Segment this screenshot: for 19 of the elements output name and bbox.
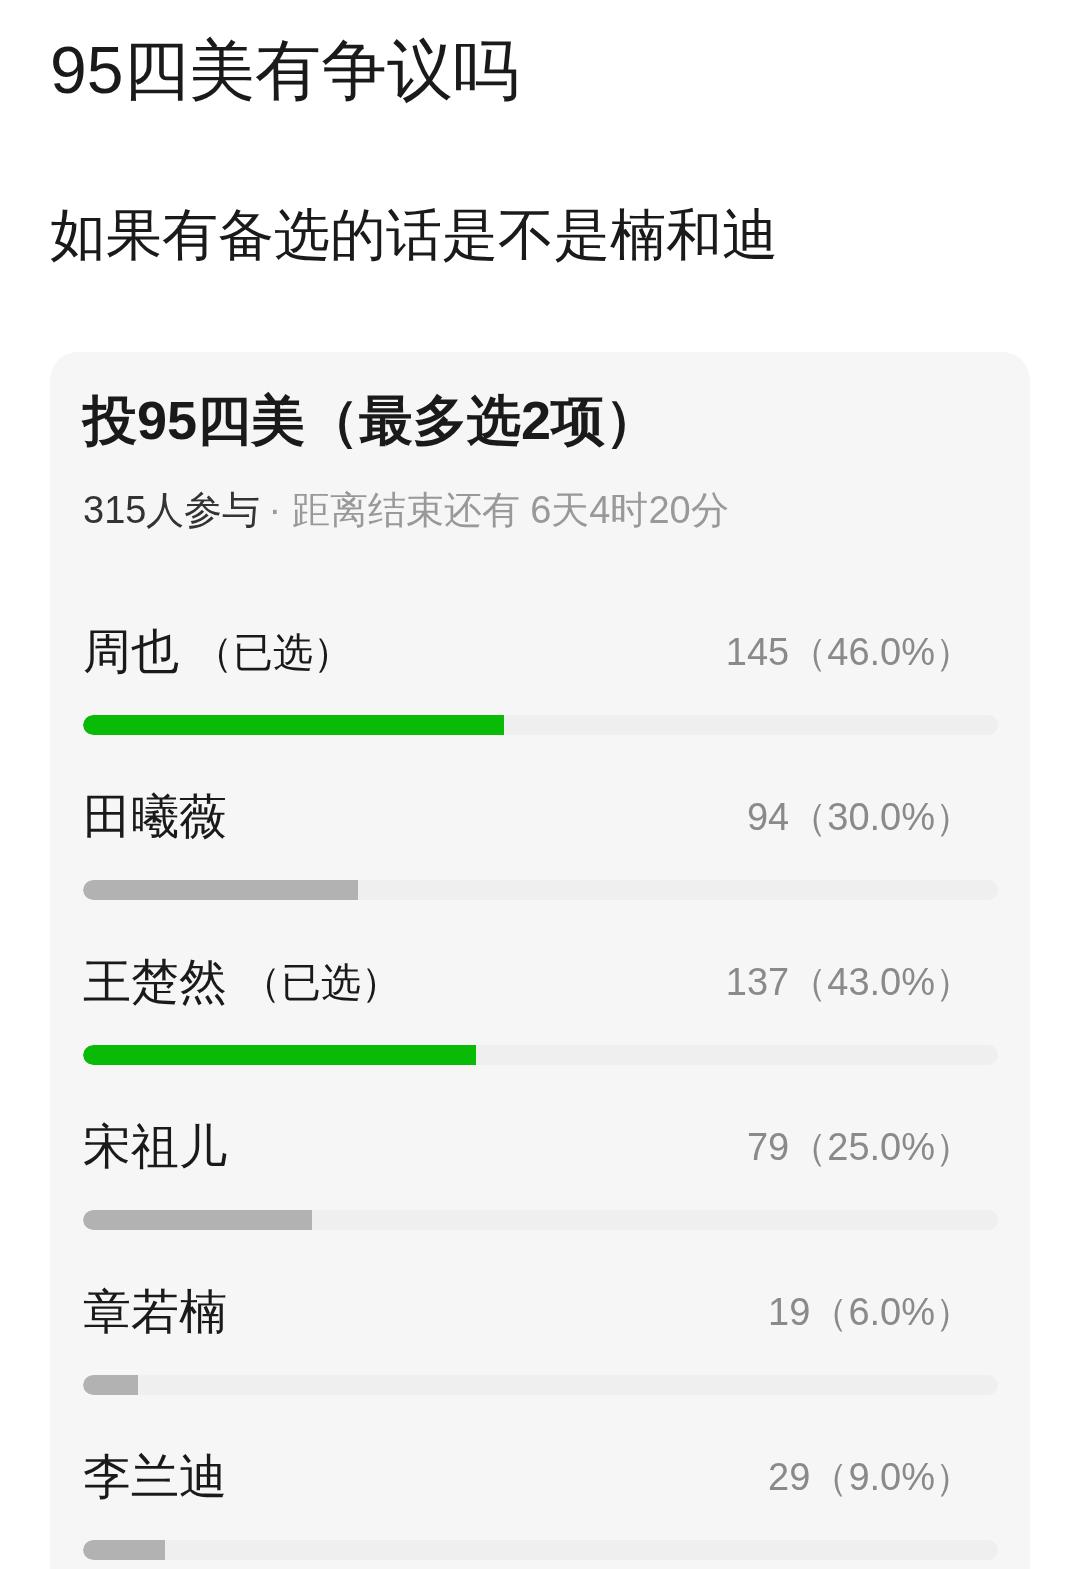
option-name: 田曦薇 [83, 789, 227, 845]
participant-count: 315人参与 [83, 488, 261, 533]
post-body: 如果有备选的话是不是楠和迪 [50, 202, 779, 268]
option-name: 周也 [83, 624, 179, 680]
vote-result: 137（43.0%） [725, 960, 973, 1005]
option-name: 章若楠 [83, 1284, 227, 1340]
vote-result: 29（9.0%） [768, 1455, 973, 1500]
option-name: 王楚然 [83, 954, 227, 1010]
vote-result: 94（30.0%） [747, 795, 973, 840]
vote-result: 79（25.0%） [747, 1125, 973, 1170]
selected-label: （已选） [241, 959, 401, 1006]
post-title: 95四美有争议吗 [50, 32, 521, 109]
deadline-text: · 距离结束还有 6天4时20分 [268, 488, 729, 533]
vote-result: 145（46.0%） [725, 630, 973, 675]
vote-result: 19（6.0%） [768, 1290, 973, 1335]
option-name: 宋祖儿 [83, 1119, 227, 1175]
poll-title: 投95四美（最多选2项） [83, 389, 661, 452]
option-name: 李兰迪 [83, 1449, 227, 1505]
selected-label: （已选） [193, 629, 353, 676]
